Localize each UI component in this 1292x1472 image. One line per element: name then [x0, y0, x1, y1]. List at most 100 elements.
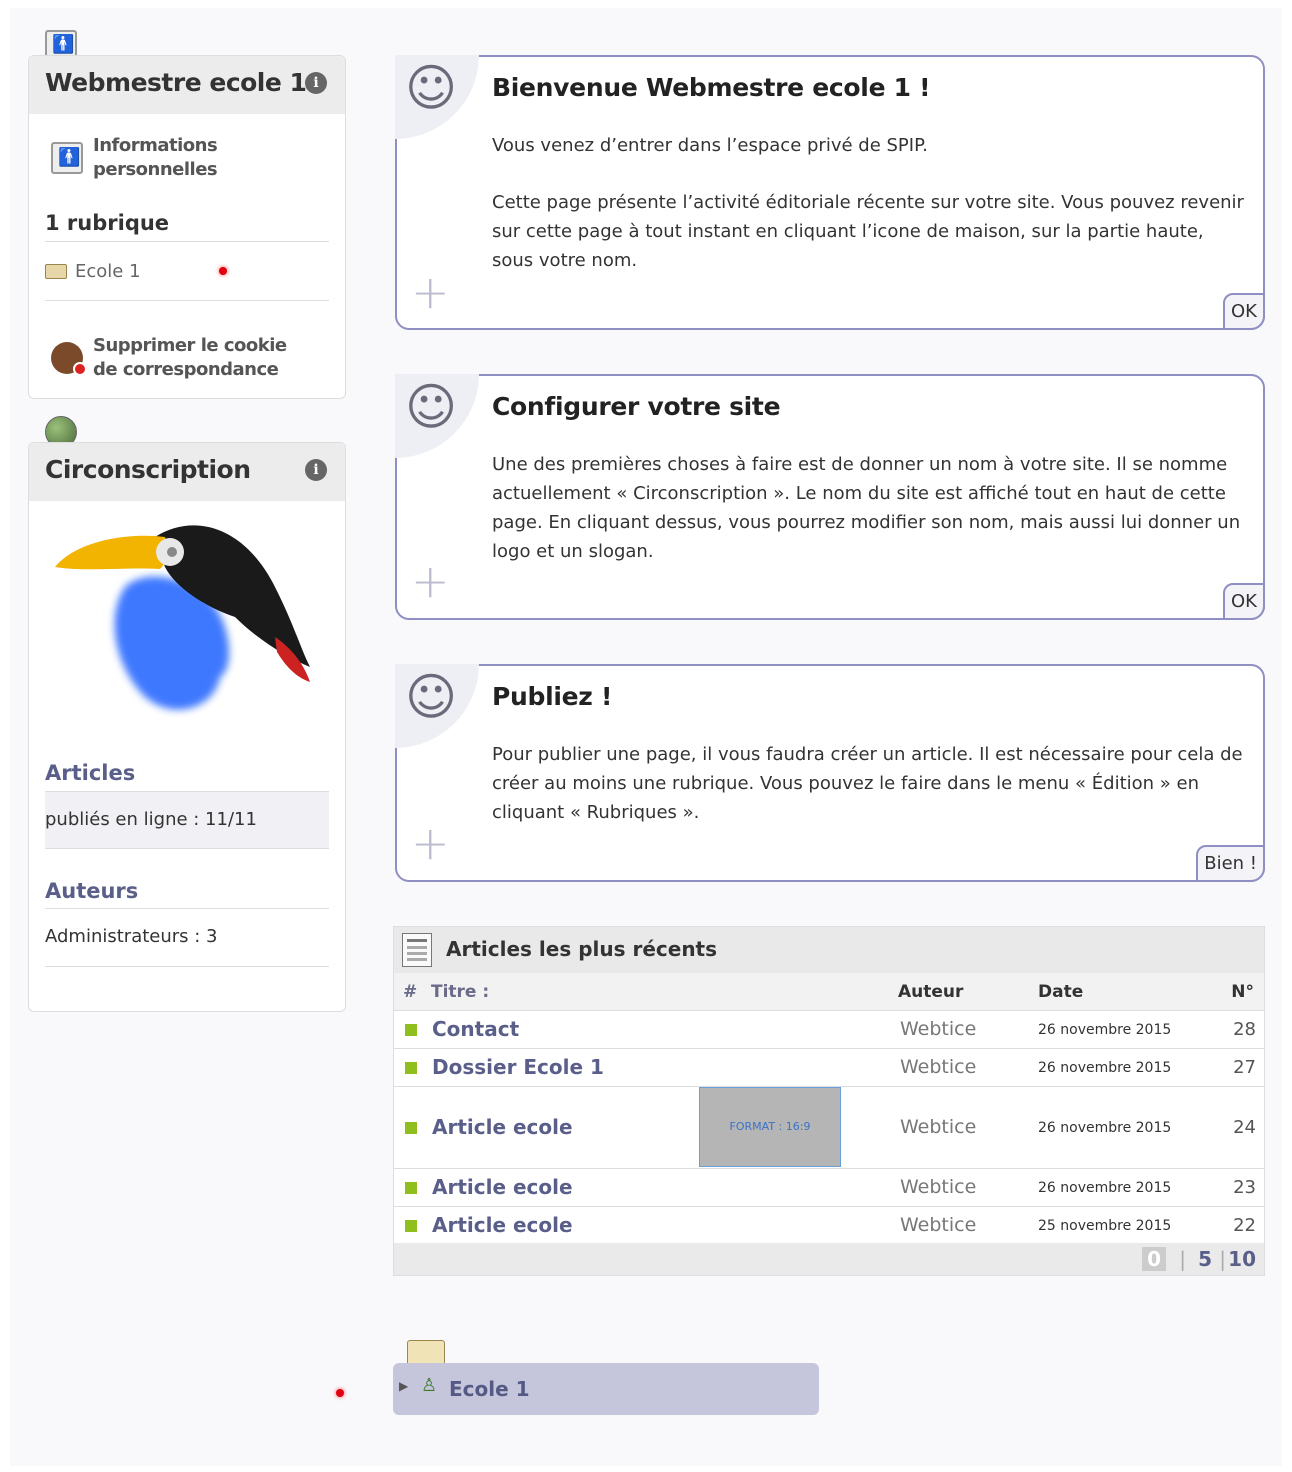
article-number: 27 [1233, 1057, 1256, 1078]
article-author[interactable]: Webtice [900, 1018, 976, 1040]
status-square [405, 1122, 417, 1134]
article-date: 26 novembre 2015 [1038, 1022, 1172, 1038]
card-text: Cette page présente l’activité éditorial… [492, 192, 1244, 271]
delete-cookie-label: Supprimer le cookie de correspondance [93, 335, 287, 380]
col-author[interactable]: Auteur [898, 982, 963, 1002]
article-thumbnail: FORMAT : 16:9 [699, 1087, 841, 1167]
rubrique-label: Ecole 1 [75, 261, 141, 282]
divider [45, 966, 329, 967]
pager-separator: | [1179, 1247, 1186, 1271]
cookie-icon [51, 342, 87, 376]
status-square [405, 1182, 417, 1194]
delete-cookie-link[interactable]: Supprimer le cookie de correspondance [51, 334, 311, 382]
col-num[interactable]: N° [1231, 982, 1254, 1002]
status-dot [336, 1389, 344, 1397]
card-text: Vous venez d’entrer dans l’espace privé … [492, 135, 928, 156]
article-title-link[interactable]: Article ecole [432, 1115, 573, 1139]
col-hash[interactable]: # [403, 982, 417, 1002]
auteurs-title: Auteurs [45, 879, 139, 903]
article-author[interactable]: Webtice [900, 1116, 976, 1138]
user-box: Webmestre ecole 1 i Informations personn… [28, 55, 346, 399]
divider [45, 300, 329, 301]
article-date: 26 novembre 2015 [1038, 1060, 1172, 1076]
ok-button[interactable]: OK [1223, 583, 1265, 620]
pagination: 0 | 5 | 10 [394, 1243, 1264, 1275]
user-name-title[interactable]: Webmestre ecole 1 [45, 68, 307, 97]
plus-icon: + [411, 554, 450, 608]
articles-stats: publiés en ligne : 11/11 [45, 791, 329, 849]
divider [45, 908, 329, 909]
site-name-title[interactable]: Circonscription [45, 455, 251, 484]
article-date: 25 novembre 2015 [1038, 1218, 1172, 1234]
rubrique-label[interactable]: Ecole 1 [449, 1377, 530, 1401]
status-dot [219, 267, 227, 275]
table-row[interactable]: Dossier Ecole 1 Webtice 26 novembre 2015… [394, 1049, 1264, 1087]
smiley-icon: ☺ [395, 374, 479, 458]
site-logo [55, 525, 310, 710]
folder-icon [45, 264, 67, 279]
personal-info-label: Informations personnelles [93, 135, 218, 180]
card-title: Configurer votre site [492, 392, 781, 421]
articles-value: publiés en ligne : 11/11 [45, 809, 257, 830]
col-date[interactable]: Date [1038, 982, 1083, 1002]
article-date: 26 novembre 2015 [1038, 1180, 1172, 1196]
status-square [405, 1220, 417, 1232]
pager-separator: | [1219, 1247, 1226, 1271]
bien-button[interactable]: Bien ! [1196, 845, 1265, 882]
person-icon [51, 142, 83, 174]
smiley-icon: ☺ [395, 55, 479, 139]
ok-button[interactable]: OK [1223, 293, 1265, 330]
article-author[interactable]: Webtice [900, 1176, 976, 1198]
table-header: # Titre : Auteur Date N° [394, 973, 1264, 1011]
article-author[interactable]: Webtice [900, 1056, 976, 1078]
personal-info-link[interactable]: Informations personnelles [51, 134, 233, 182]
page-size-5[interactable]: 5 [1198, 1247, 1212, 1271]
user-box-header: Webmestre ecole 1 i [29, 56, 345, 114]
rubrique-item[interactable]: ▶ ♙ Ecole 1 [393, 1363, 819, 1415]
publish-card: ☺ Publiez ! Pour publier une page, il vo… [395, 664, 1265, 882]
rubrique-link[interactable]: Ecole 1 [45, 261, 141, 282]
article-number: 24 [1233, 1117, 1256, 1138]
plus-icon: + [411, 265, 450, 319]
site-box-header: Circonscription i [29, 443, 345, 501]
admin-icon: ♙ [421, 1375, 438, 1396]
col-title[interactable]: Titre : [431, 982, 489, 1002]
articles-title: Articles [45, 761, 136, 785]
article-date: 26 novembre 2015 [1038, 1120, 1172, 1136]
article-title-link[interactable]: Article ecole [432, 1213, 573, 1237]
info-icon[interactable]: i [305, 72, 327, 94]
table-row[interactable]: Article ecole Webtice 26 novembre 2015 2… [394, 1169, 1264, 1207]
recent-articles-header: Articles les plus récents [394, 927, 1264, 973]
recent-articles: Articles les plus récents # Titre : Aute… [393, 926, 1265, 1276]
page-size-current: 0 [1142, 1247, 1166, 1271]
divider [45, 241, 329, 242]
article-number: 23 [1233, 1177, 1256, 1198]
table-row[interactable]: Article ecole FORMAT : 16:9 Webtice 26 n… [394, 1087, 1264, 1169]
plus-icon: + [411, 816, 450, 870]
page-size-10[interactable]: 10 [1228, 1247, 1256, 1271]
configure-card: ☺ Configurer votre site Une des première… [395, 374, 1265, 620]
rubriques-title: 1 rubrique [45, 211, 170, 235]
document-icon [402, 933, 432, 967]
article-title-link[interactable]: Article ecole [432, 1175, 573, 1199]
expand-arrow-icon[interactable]: ▶ [399, 1379, 408, 1393]
page: Webmestre ecole 1 i Informations personn… [10, 8, 1282, 1466]
article-number: 22 [1233, 1215, 1256, 1236]
status-square [405, 1024, 417, 1036]
card-title: Bienvenue Webmestre ecole 1 ! [492, 73, 931, 102]
article-title-link[interactable]: Dossier Ecole 1 [432, 1055, 604, 1079]
smiley-icon: ☺ [395, 664, 479, 748]
auteurs-value: Administrateurs : 3 [45, 926, 218, 947]
table-row[interactable]: Contact Webtice 26 novembre 2015 28 [394, 1011, 1264, 1049]
card-title: Publiez ! [492, 682, 613, 711]
table-row[interactable]: Article ecole Webtice 25 novembre 2015 2… [394, 1207, 1264, 1245]
article-number: 28 [1233, 1019, 1256, 1040]
card-text: Pour publier une page, il vous faudra cr… [492, 744, 1243, 823]
article-author[interactable]: Webtice [900, 1214, 976, 1236]
status-square [405, 1062, 417, 1074]
site-box: Circonscription i Articles publiés en li… [28, 442, 346, 1012]
article-title-link[interactable]: Contact [432, 1017, 519, 1041]
welcome-card: ☺ Bienvenue Webmestre ecole 1 ! Vous ven… [395, 55, 1265, 330]
card-text: Une des premières choses à faire est de … [492, 454, 1241, 562]
info-icon[interactable]: i [305, 459, 327, 481]
